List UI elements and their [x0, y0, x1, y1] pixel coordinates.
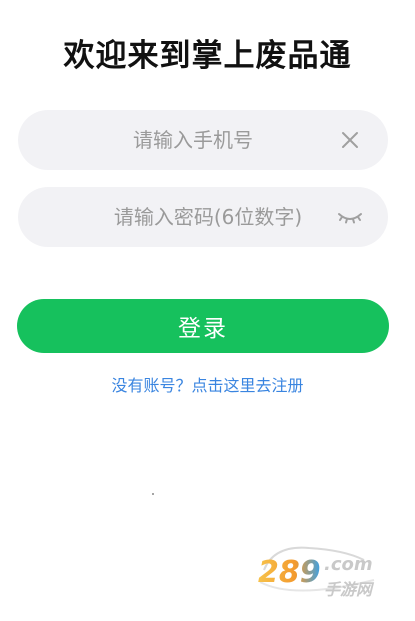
stray-dot: [152, 493, 154, 495]
phone-input[interactable]: [58, 110, 328, 170]
svg-text:289: 289: [258, 555, 321, 590]
watermark-logo: 289 .com 手游网: [254, 540, 404, 610]
register-link[interactable]: 没有账号？点击这里去注册: [0, 372, 415, 396]
svg-text:手游网: 手游网: [324, 580, 375, 599]
password-input[interactable]: [78, 187, 338, 247]
login-button[interactable]: 登录: [17, 299, 389, 353]
phone-field[interactable]: [18, 110, 388, 170]
close-icon[interactable]: [338, 128, 362, 152]
password-field[interactable]: [18, 187, 388, 247]
svg-text:.com: .com: [324, 554, 373, 575]
eye-closed-icon[interactable]: [336, 204, 364, 230]
page-title: 欢迎来到掌上废品通: [63, 38, 352, 74]
